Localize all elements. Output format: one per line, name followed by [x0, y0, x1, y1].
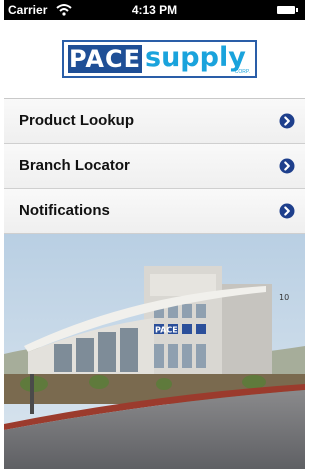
- battery-icon: [277, 6, 298, 14]
- chevron-right-circle-icon: [279, 113, 295, 129]
- status-bar: Carrier 4:13 PM: [4, 0, 305, 20]
- building-sign-text: PACE: [155, 326, 178, 335]
- logo-corp-text: CORP.: [234, 69, 250, 75]
- app-screen: Carrier 4:13 PM PACE supply CORP. Produc…: [4, 0, 305, 469]
- building-photo: PACE 10: [4, 234, 305, 469]
- menu-item-branch-locator[interactable]: Branch Locator: [4, 144, 305, 189]
- menu-item-notifications[interactable]: Notifications: [4, 189, 305, 234]
- menu-item-label: Notifications: [19, 202, 110, 219]
- menu-item-label: Branch Locator: [19, 157, 130, 174]
- logo-supply-text: supply: [145, 42, 246, 73]
- chevron-right-circle-icon: [279, 203, 295, 219]
- menu-item-label: Product Lookup: [19, 112, 134, 129]
- header: PACE supply CORP.: [4, 20, 305, 99]
- pace-supply-logo: PACE supply CORP.: [62, 40, 257, 78]
- menu-item-product-lookup[interactable]: Product Lookup: [4, 99, 305, 144]
- building-number: 10: [279, 293, 289, 302]
- logo-pace-text: PACE: [68, 45, 142, 73]
- chevron-right-circle-icon: [279, 158, 295, 174]
- main-menu: Product Lookup Branch Locator Notificati…: [4, 99, 305, 234]
- clock: 4:13 PM: [131, 3, 178, 17]
